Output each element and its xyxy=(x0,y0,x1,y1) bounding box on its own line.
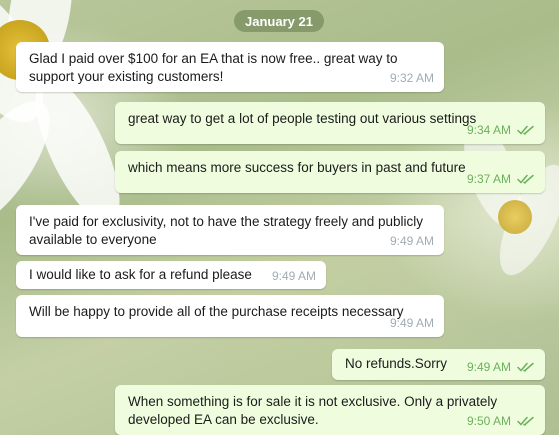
message-meta: 9:32 AM xyxy=(390,69,434,87)
message-time: 9:37 AM xyxy=(466,172,511,186)
chat-message[interactable]: When something is for sale it is not exc… xyxy=(115,385,545,435)
message-meta: 9:49 AM xyxy=(390,314,434,332)
message-time: 9:49 AM xyxy=(389,234,434,248)
chat-message[interactable]: I would like to ask for a refund please … xyxy=(16,261,326,289)
double-check-icon xyxy=(517,416,534,426)
message-meta: 9:49 AM xyxy=(390,232,434,250)
double-check-icon xyxy=(517,362,534,372)
chat-message[interactable]: great way to get a lot of people testing… xyxy=(115,102,545,144)
message-time: 9:49 AM xyxy=(389,316,434,330)
chat-message[interactable]: which means more success for buyers in p… xyxy=(115,151,545,193)
message-meta: 9:49 AM xyxy=(467,358,535,376)
message-time: 9:50 AM xyxy=(466,414,511,428)
message-time: 9:34 AM xyxy=(466,123,511,137)
message-text-line: Will be happy to provide all of the purc… xyxy=(29,304,404,319)
date-separator: January 21 xyxy=(234,10,324,32)
chat-message[interactable]: No refunds.Sorry 9:49 AM xyxy=(332,349,545,380)
message-text-line: support your existing customers! xyxy=(29,69,224,84)
message-meta: 9:49 AM xyxy=(272,267,316,285)
date-label: January 21 xyxy=(245,13,313,29)
message-time: 9:49 AM xyxy=(271,269,316,283)
message-meta: 9:34 AM xyxy=(467,121,535,139)
chat-message[interactable]: I've paid for exclusivity, not to have t… xyxy=(16,205,444,255)
double-check-icon xyxy=(517,125,534,135)
message-meta: 9:50 AM xyxy=(467,412,535,430)
chat-message[interactable]: Glad I paid over $100 for an EA that is … xyxy=(16,42,444,92)
chat-message[interactable]: Will be happy to provide all of the purc… xyxy=(16,295,444,337)
message-text-line: Glad I paid over $100 for an EA that is … xyxy=(29,51,398,66)
message-text-line: When something is for sale it is not exc… xyxy=(128,394,498,409)
message-time: 9:32 AM xyxy=(389,71,434,85)
double-check-icon xyxy=(517,174,534,184)
message-text-line: I've paid for exclusivity, not to have t… xyxy=(29,214,424,229)
message-text-line: available to everyone xyxy=(29,232,157,247)
message-time: 9:49 AM xyxy=(466,360,511,374)
message-meta: 9:37 AM xyxy=(467,170,535,188)
